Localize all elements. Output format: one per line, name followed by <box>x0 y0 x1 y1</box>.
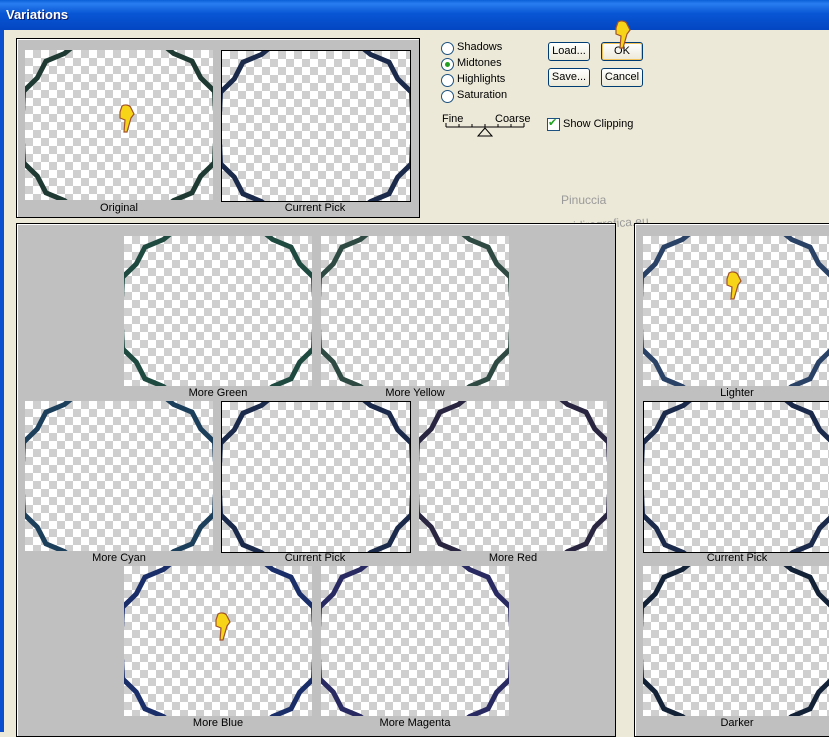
window-frame-left <box>0 30 4 732</box>
thumb-current-pick-color[interactable] <box>221 401 411 553</box>
frame-outline <box>419 401 607 551</box>
thumb-more-cyan[interactable] <box>25 401 213 551</box>
fine-coarse-slider[interactable] <box>444 122 528 138</box>
radio-saturation-circle[interactable] <box>441 90 454 103</box>
radio-highlights-circle[interactable] <box>441 74 454 87</box>
thumb-more-green[interactable] <box>124 236 312 386</box>
label-darker: Darker <box>720 717 754 729</box>
frame-outline <box>643 566 829 716</box>
frame-outline <box>124 236 312 386</box>
frame-outline <box>222 402 410 552</box>
label-current-pick-color: Current Pick <box>284 552 346 564</box>
label-current-pick-brightness: Current Pick <box>706 552 768 564</box>
hand-pointer-icon <box>726 271 742 300</box>
frame-outline <box>321 566 509 716</box>
window-title: Variations <box>6 7 69 22</box>
label-more-red: More Red <box>488 552 538 564</box>
thumb-darker[interactable] <box>643 566 829 716</box>
label-lighter: Lighter <box>720 387 754 399</box>
show-clipping-label: Show Clipping <box>563 118 634 130</box>
thumb-current-pick-preview[interactable] <box>221 50 411 202</box>
hand-pointer-icon <box>119 104 135 133</box>
hand-pointer-icon <box>615 20 631 49</box>
frame-outline <box>321 236 509 386</box>
label-more-magenta: More Magenta <box>379 717 451 729</box>
label-more-cyan: More Cyan <box>92 552 146 564</box>
cancel-button[interactable]: Cancel <box>601 68 643 87</box>
radio-midtones-circle[interactable] <box>441 58 454 71</box>
show-clipping-checkbox[interactable] <box>547 116 560 131</box>
label-more-yellow: More Yellow <box>385 387 445 399</box>
thumb-more-magenta[interactable] <box>321 566 509 716</box>
label-more-green: More Green <box>188 387 248 399</box>
load-button[interactable]: Load... <box>548 42 590 61</box>
thumb-current-pick-brightness[interactable] <box>643 401 829 553</box>
thumb-more-red[interactable] <box>419 401 607 551</box>
radio-saturation-label: Saturation <box>457 89 508 101</box>
save-button[interactable]: Save... <box>548 68 590 87</box>
radio-midtones-label: Midtones <box>457 57 502 69</box>
frame-outline <box>643 236 829 386</box>
thumb-more-yellow[interactable] <box>321 236 509 386</box>
label-more-blue: More Blue <box>192 717 244 729</box>
radio-highlights-label: Highlights <box>457 73 506 85</box>
hand-pointer-icon <box>215 612 231 641</box>
slider-thumb <box>476 127 494 137</box>
radio-shadows-circle[interactable] <box>441 42 454 55</box>
frame-outline <box>644 402 829 552</box>
watermark-name: Pinuccia <box>561 193 607 207</box>
label-current-pick-preview: Current Pick <box>284 202 346 214</box>
radio-shadows-label: Shadows <box>457 41 503 53</box>
title-bar[interactable]: Variations <box>0 0 829 30</box>
label-original: Original <box>100 202 138 214</box>
frame-outline <box>25 401 213 551</box>
frame-outline <box>222 51 410 201</box>
thumb-lighter[interactable] <box>643 236 829 386</box>
